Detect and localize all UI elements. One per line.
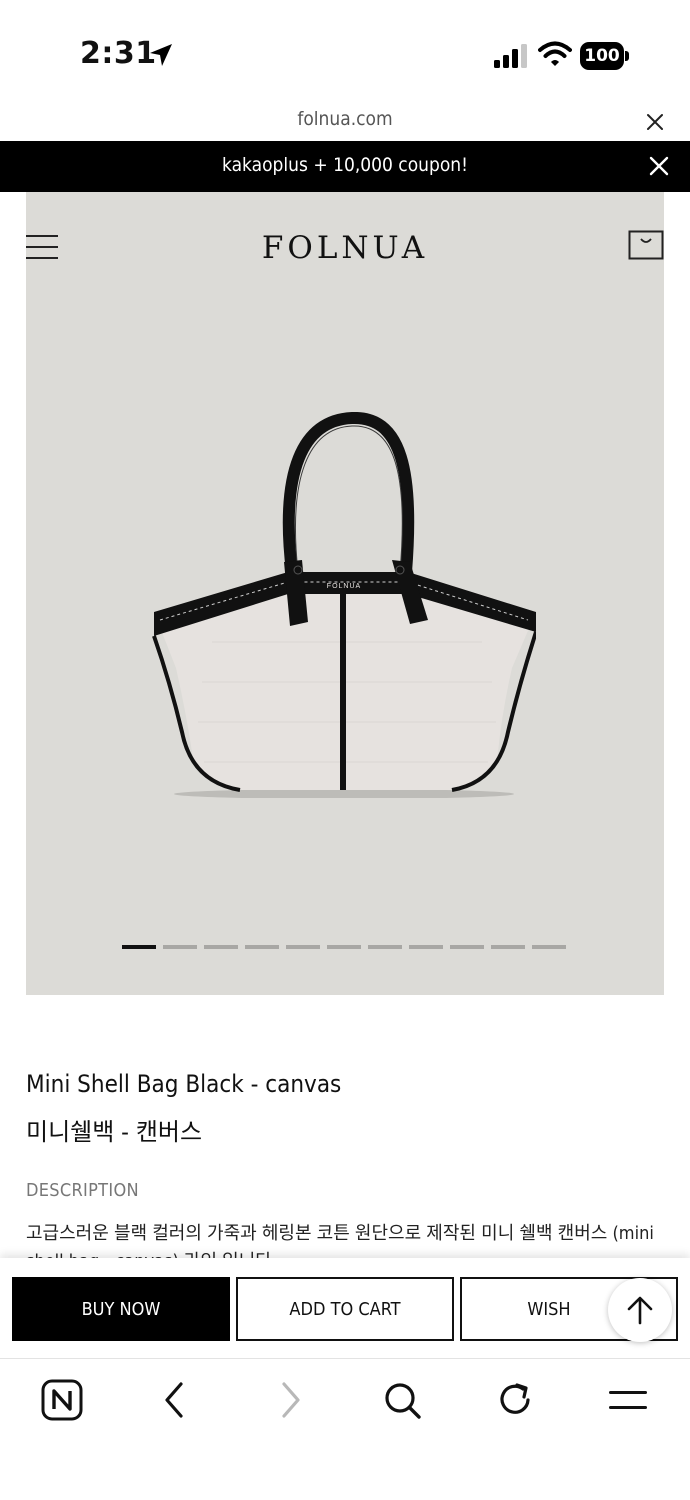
gallery-dot[interactable] bbox=[450, 945, 484, 949]
product-title: Mini Shell Bag Black - canvas bbox=[26, 1070, 342, 1098]
gallery-dot[interactable] bbox=[409, 945, 443, 949]
browser-toolbar bbox=[0, 1358, 690, 1500]
status-bar: 2:31 100 bbox=[0, 0, 690, 100]
action-bar: BUY NOW ADD TO CART WISH bbox=[0, 1258, 690, 1358]
product-subtitle: 미니쉘백 - 캔버스 bbox=[26, 1118, 203, 1146]
promo-text[interactable]: kakaoplus + 10,000 coupon! bbox=[0, 154, 690, 176]
gallery-dot[interactable] bbox=[163, 945, 197, 949]
gallery-dot[interactable] bbox=[491, 945, 525, 949]
brand-logo[interactable]: FOLNUA bbox=[26, 230, 664, 266]
close-icon[interactable] bbox=[645, 112, 665, 132]
wish-label: WISH bbox=[527, 1298, 571, 1320]
gallery-dot[interactable] bbox=[532, 945, 566, 949]
product-gallery[interactable]: FOLNUA FOLNUA bbox=[26, 192, 664, 995]
signal-icon bbox=[494, 44, 527, 68]
promo-banner[interactable]: kakaoplus + 10,000 coupon! bbox=[0, 141, 690, 192]
url-text[interactable]: folnua.com bbox=[0, 108, 690, 130]
location-arrow-icon bbox=[150, 44, 172, 66]
reload-icon[interactable] bbox=[493, 1378, 537, 1422]
add-to-cart-button[interactable]: ADD TO CART bbox=[236, 1277, 454, 1341]
buy-now-button[interactable]: BUY NOW bbox=[12, 1277, 230, 1341]
gallery-dot[interactable] bbox=[286, 945, 320, 949]
gallery-dot[interactable] bbox=[204, 945, 238, 949]
product-image[interactable]: FOLNUA bbox=[152, 412, 536, 798]
promo-close-icon[interactable] bbox=[648, 155, 670, 177]
cart-icon[interactable] bbox=[628, 230, 664, 260]
battery-level: 100 bbox=[580, 42, 624, 70]
arrow-up-icon bbox=[627, 1296, 653, 1325]
url-bar[interactable]: folnua.com bbox=[0, 100, 690, 140]
wifi-icon bbox=[538, 41, 572, 66]
battery-icon: 100 bbox=[580, 42, 630, 70]
gallery-dot[interactable] bbox=[245, 945, 279, 949]
gallery-dot[interactable] bbox=[368, 945, 402, 949]
browser-menu-icon[interactable] bbox=[606, 1378, 650, 1422]
status-time: 2:31 bbox=[80, 36, 157, 71]
description-label: DESCRIPTION bbox=[26, 1180, 139, 1201]
back-icon[interactable] bbox=[153, 1378, 197, 1422]
forward-icon[interactable] bbox=[268, 1378, 312, 1422]
gallery-dot[interactable] bbox=[327, 945, 361, 949]
description-text: 고급스러운 블랙 컬러의 가죽과 헤링본 코튼 원단으로 제작된 미니 쉘백 캔… bbox=[26, 1223, 654, 1260]
bag-logo-label: FOLNUA bbox=[327, 583, 361, 590]
search-icon[interactable] bbox=[380, 1378, 424, 1422]
gallery-dot[interactable] bbox=[122, 945, 156, 949]
scroll-top-button[interactable] bbox=[608, 1278, 672, 1342]
gallery-pagination[interactable] bbox=[122, 945, 566, 950]
naver-n-icon[interactable] bbox=[40, 1378, 84, 1422]
